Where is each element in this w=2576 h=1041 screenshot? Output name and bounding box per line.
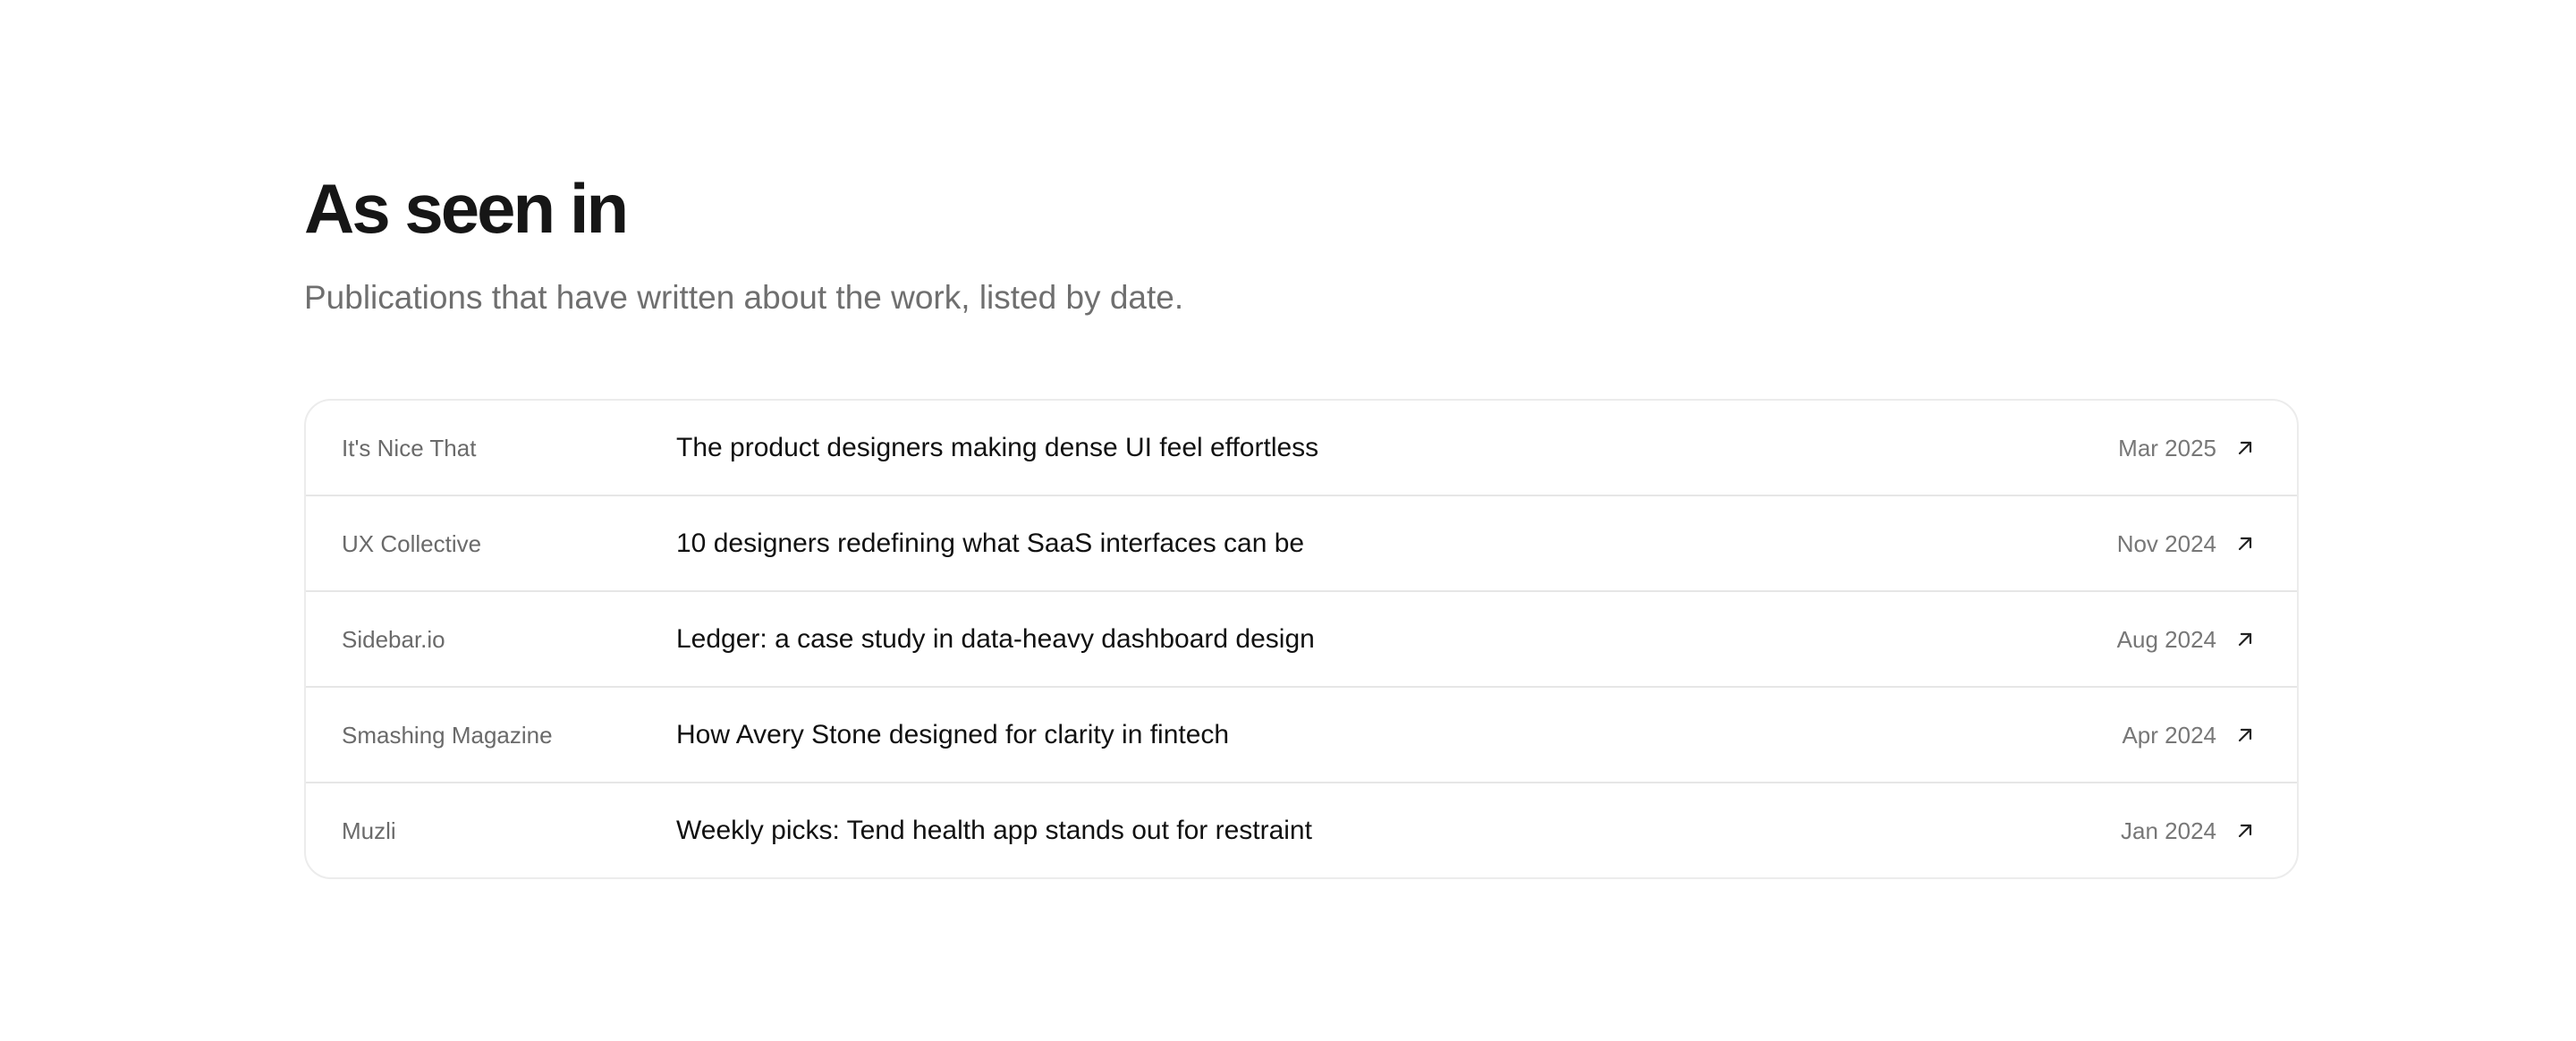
section-title: As seen in [304, 169, 629, 248]
article-headline: Ledger: a case study in data-heavy dashb… [676, 623, 1315, 654]
publication-date: Nov 2024 [2116, 529, 2216, 557]
publication-name: Muzli [342, 817, 396, 844]
publication-name: Smashing Magazine [342, 721, 553, 749]
publication-name: UX Collective [342, 529, 482, 557]
arrow-up-right-icon [2234, 533, 2256, 554]
arrow-up-right-icon [2234, 724, 2256, 746]
section-subtitle: Publications that have written about the… [304, 279, 1184, 316]
publication-name: It's Nice That [342, 434, 477, 461]
publication-date: Apr 2024 [2122, 721, 2216, 749]
publication-date: Aug 2024 [2116, 625, 2216, 653]
press-row[interactable]: It's Nice That The product designers mak… [306, 401, 2297, 495]
publication-name: Sidebar.io [342, 625, 445, 653]
article-headline: Weekly picks: Tend health app stands out… [676, 815, 1312, 845]
press-row[interactable]: Sidebar.io Ledger: a case study in data-… [306, 590, 2297, 686]
arrow-up-right-icon [2234, 629, 2256, 650]
press-row[interactable]: UX Collective 10 designers redefining wh… [306, 495, 2297, 590]
press-row[interactable]: Smashing Magazine How Avery Stone design… [306, 686, 2297, 782]
press-row[interactable]: Muzli Weekly picks: Tend health app stan… [306, 782, 2297, 877]
press-list: It's Nice That The product designers mak… [304, 399, 2299, 879]
arrow-up-right-icon [2234, 820, 2256, 842]
article-headline: The product designers making dense UI fe… [676, 432, 1319, 462]
publication-date: Mar 2025 [2118, 434, 2216, 461]
article-headline: How Avery Stone designed for clarity in … [676, 719, 1230, 749]
publication-date: Jan 2024 [2121, 817, 2216, 844]
article-headline: 10 designers redefining what SaaS interf… [676, 528, 1305, 558]
arrow-up-right-icon [2234, 437, 2256, 459]
press-section: As seen in Publications that have writte… [304, 166, 2299, 879]
